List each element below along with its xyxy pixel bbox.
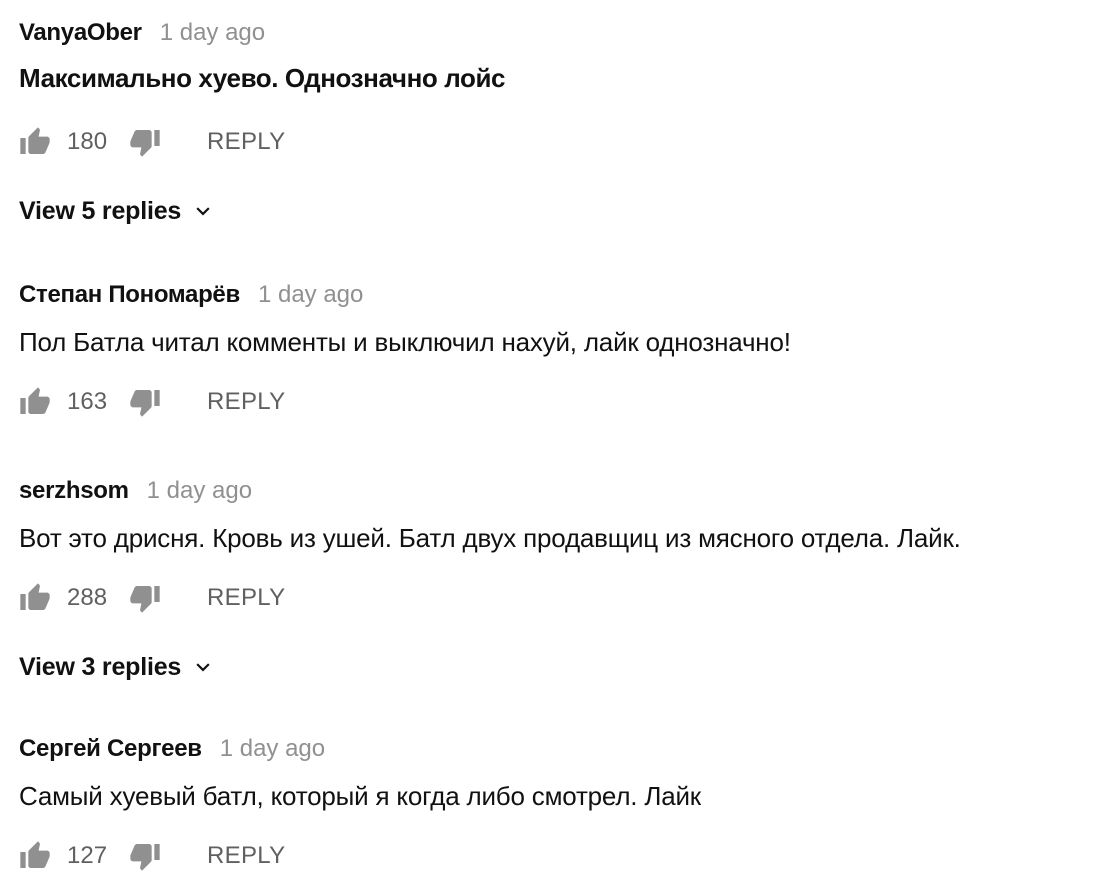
reply-button[interactable]: REPLY xyxy=(207,584,285,612)
thumbs-down-icon xyxy=(129,840,161,872)
like-button[interactable] xyxy=(19,126,51,158)
dislike-button[interactable] xyxy=(129,126,161,158)
comment-author[interactable]: Степан Пономарёв xyxy=(19,281,240,309)
like-button[interactable] xyxy=(19,840,51,872)
thumbs-up-icon xyxy=(19,386,51,418)
comment-text: Максимально хуево. Однозначно лойс xyxy=(19,63,506,93)
comment-header: serzhsom 1 day ago xyxy=(19,474,252,508)
comment-text: Самый хуевый батл, который я когда либо … xyxy=(19,781,701,811)
comment-author[interactable]: Сергей Сергеев xyxy=(19,735,202,763)
view-replies-label: View 5 replies xyxy=(19,196,182,225)
like-button[interactable] xyxy=(19,582,51,614)
comment-timestamp[interactable]: 1 day ago xyxy=(220,735,325,763)
thumbs-down-icon xyxy=(129,386,161,418)
like-count: 127 xyxy=(67,842,108,869)
dislike-button[interactable] xyxy=(129,386,161,418)
thumbs-up-icon xyxy=(19,582,51,614)
comment-header: Сергей Сергеев 1 day ago xyxy=(19,732,325,766)
thumbs-up-icon xyxy=(19,840,51,872)
thumbs-down-icon xyxy=(129,582,161,614)
reply-button[interactable]: REPLY xyxy=(207,128,285,156)
comment-author[interactable]: VanyaOber xyxy=(19,19,142,47)
like-count: 288 xyxy=(67,584,108,611)
view-replies-button[interactable]: View 3 replies xyxy=(19,650,213,684)
comment-actions: 127 REPLY xyxy=(19,838,285,874)
like-button[interactable] xyxy=(19,386,51,418)
comment-timestamp[interactable]: 1 day ago xyxy=(147,477,252,505)
reply-button[interactable]: REPLY xyxy=(207,842,285,870)
comment-actions: 288 REPLY xyxy=(19,580,285,616)
view-replies-label: View 3 replies xyxy=(19,652,182,681)
comment-thread: Сергей Сергеев 1 day ago Самый хуевый ба… xyxy=(19,732,1089,892)
comment-thread: Степан Пономарёв 1 day ago Пол Батла чит… xyxy=(19,278,1089,428)
chevron-down-icon xyxy=(193,201,213,221)
comment-actions: 163 REPLY xyxy=(19,384,285,420)
comment-text: Пол Батла читал комменты и выключил наху… xyxy=(19,327,791,357)
dislike-button[interactable] xyxy=(129,582,161,614)
comment-header: Степан Пономарёв 1 day ago xyxy=(19,278,363,312)
comment-timestamp[interactable]: 1 day ago xyxy=(258,281,363,309)
like-count: 180 xyxy=(67,128,108,155)
comment-text: Вот это дрисня. Кровь из ушей. Батл двух… xyxy=(19,523,961,553)
thumbs-down-icon xyxy=(129,126,161,158)
thumbs-up-icon xyxy=(19,126,51,158)
comment-timestamp[interactable]: 1 day ago xyxy=(160,19,265,47)
comment-header: VanyaOber 1 day ago xyxy=(19,16,265,50)
reply-button[interactable]: REPLY xyxy=(207,388,285,416)
view-replies-button[interactable]: View 5 replies xyxy=(19,194,213,228)
chevron-down-icon xyxy=(193,657,213,677)
comment-author[interactable]: serzhsom xyxy=(19,477,129,505)
comment-thread: VanyaOber 1 day ago Максимально хуево. О… xyxy=(19,16,1089,225)
like-count: 163 xyxy=(67,388,108,415)
comment-actions: 180 REPLY xyxy=(19,124,285,160)
dislike-button[interactable] xyxy=(129,840,161,872)
comment-thread: serzhsom 1 day ago Вот это дрисня. Кровь… xyxy=(19,474,1089,684)
